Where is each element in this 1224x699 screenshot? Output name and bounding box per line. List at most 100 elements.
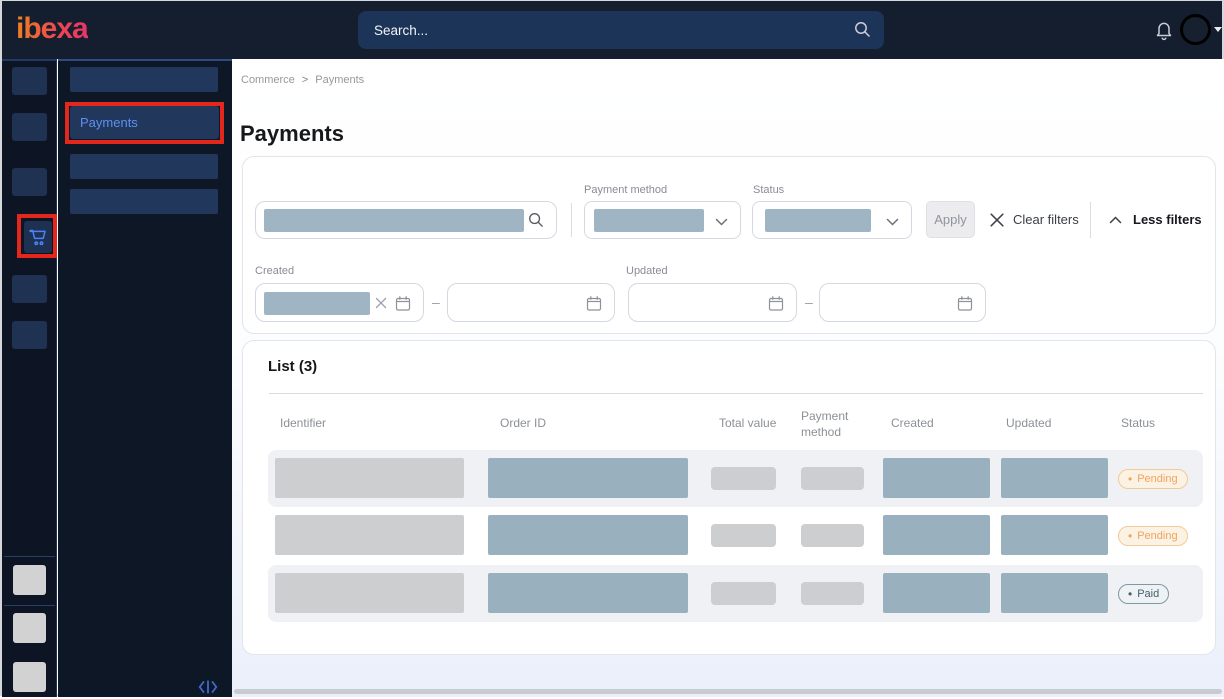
redacted-search-value	[264, 209, 524, 232]
date-range-dash: –	[432, 294, 440, 310]
status-badge: • Paid	[1118, 584, 1169, 604]
menu-item-5[interactable]	[12, 275, 47, 303]
redacted-updated	[1001, 458, 1108, 498]
menu-item-bottom-1[interactable]	[13, 565, 46, 595]
sidebar-item-3[interactable]	[70, 154, 218, 179]
badge-dot: •	[1128, 588, 1132, 600]
user-menu-caret-icon[interactable]	[1214, 27, 1222, 32]
badge-dot: •	[1128, 473, 1132, 485]
horizontal-scrollbar[interactable]	[234, 689, 1222, 694]
menu-item-bottom-2[interactable]	[13, 613, 46, 643]
list-title: List (3)	[268, 358, 317, 375]
resize-panel-icon	[198, 680, 218, 694]
redacted-identifier	[275, 573, 464, 613]
badge-label: Pending	[1137, 530, 1177, 542]
clear-filters-button[interactable]: Clear filters	[990, 201, 1079, 238]
filter-search-input[interactable]	[255, 201, 557, 239]
cart-icon	[27, 227, 49, 248]
created-label: Created	[255, 265, 294, 277]
calendar-icon[interactable]	[395, 295, 411, 312]
redacted-payment-method	[801, 467, 864, 490]
badge-dot: •	[1128, 530, 1132, 542]
secondary-sidebar: Payments	[58, 59, 232, 697]
bell-icon	[1154, 19, 1174, 42]
sidebar-item-1[interactable]	[70, 67, 218, 92]
chevron-down-icon	[886, 218, 899, 226]
updated-to-input[interactable]	[819, 283, 986, 322]
filter-divider	[1090, 202, 1091, 238]
apply-button[interactable]: Apply	[926, 201, 975, 238]
redacted-created	[883, 458, 990, 498]
created-to-input[interactable]	[447, 283, 615, 322]
column-header-total-value: Total value	[719, 416, 776, 430]
payments-list-panel: List (3) Identifier Order ID Total value…	[242, 340, 1216, 655]
redacted-created	[883, 515, 990, 555]
breadcrumb: Commerce > Payments	[241, 74, 364, 86]
global-search[interactable]	[358, 11, 884, 49]
sidebar-item-payments[interactable]: Payments	[70, 106, 219, 139]
column-header-updated: Updated	[1006, 416, 1051, 430]
menu-item-commerce[interactable]	[24, 221, 52, 253]
status-badge: • Pending	[1118, 469, 1188, 489]
redacted-identifier	[275, 458, 464, 498]
created-from-input[interactable]	[255, 283, 424, 322]
column-header-payment-method: Payment method	[801, 408, 853, 440]
redacted-total-value	[711, 582, 776, 605]
top-bar: ibexa	[2, 1, 1222, 59]
menu-item-6[interactable]	[12, 321, 47, 349]
breadcrumb-separator: >	[302, 74, 308, 86]
redacted-total-value	[711, 467, 776, 490]
app-window: ibexa Payments	[0, 0, 1224, 696]
menu-item-2[interactable]	[12, 113, 47, 141]
column-header-identifier: Identifier	[280, 416, 326, 430]
calendar-icon[interactable]	[957, 295, 973, 312]
updated-from-input[interactable]	[628, 283, 797, 322]
payment-method-label: Payment method	[584, 184, 667, 196]
date-range-dash: –	[805, 294, 813, 310]
chevron-down-icon	[715, 218, 728, 226]
status-select[interactable]	[752, 201, 912, 239]
clear-date-icon[interactable]	[375, 297, 387, 309]
calendar-icon[interactable]	[586, 295, 602, 312]
calendar-icon[interactable]	[768, 295, 784, 312]
redacted-status-value	[765, 209, 871, 232]
payment-row[interactable]: • Pending	[268, 507, 1203, 565]
payment-method-select[interactable]	[584, 201, 741, 239]
main-menu-rail	[2, 59, 57, 697]
close-icon	[990, 213, 1004, 227]
status-label: Status	[753, 184, 784, 196]
search-icon	[854, 21, 871, 38]
user-avatar[interactable]	[1180, 14, 1211, 45]
redacted-payment-method	[801, 582, 864, 605]
search-icon	[528, 212, 544, 228]
menu-item-3[interactable]	[12, 168, 47, 196]
redacted-total-value	[711, 524, 776, 547]
payment-row[interactable]: • Pending	[268, 450, 1203, 507]
menu-item-1[interactable]	[12, 67, 47, 95]
main-content: Commerce > Payments Payments Payment metho…	[232, 59, 1224, 697]
redacted-created	[883, 573, 990, 613]
redacted-order-id	[488, 515, 688, 555]
redacted-order-id	[488, 573, 688, 613]
breadcrumb-commerce[interactable]: Commerce	[241, 74, 295, 86]
payment-row[interactable]: • Paid	[268, 565, 1203, 622]
sidebar-item-4[interactable]	[70, 189, 218, 214]
rail-divider	[4, 556, 55, 557]
list-divider	[269, 393, 1203, 394]
column-header-order-id: Order ID	[500, 416, 546, 430]
breadcrumb-payments[interactable]: Payments	[315, 74, 364, 86]
redacted-updated	[1001, 573, 1108, 613]
badge-label: Paid	[1137, 588, 1159, 600]
notifications-button[interactable]	[1154, 19, 1176, 43]
menu-item-bottom-3[interactable]	[13, 662, 46, 692]
redacted-payment-method	[801, 524, 864, 547]
badge-label: Pending	[1137, 473, 1177, 485]
global-search-input[interactable]	[374, 11, 834, 49]
filter-divider	[571, 203, 572, 237]
less-filters-label: Less filters	[1133, 212, 1202, 227]
sidebar-collapse-handle[interactable]	[198, 680, 218, 699]
less-filters-toggle[interactable]: Less filters	[1109, 201, 1202, 238]
redacted-identifier	[275, 515, 464, 555]
ibexa-logo[interactable]: ibexa	[16, 12, 88, 46]
rail-divider	[4, 605, 55, 606]
